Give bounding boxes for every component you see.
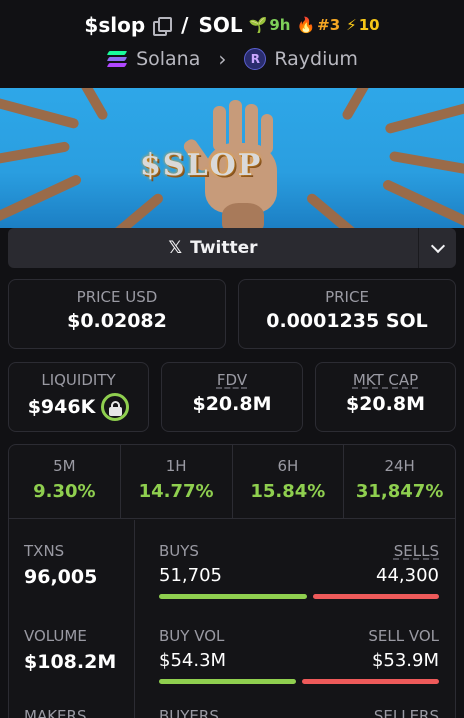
age-badge: 🌱 9h xyxy=(249,16,291,34)
tab-24h[interactable]: 24H 31,847% xyxy=(344,445,455,518)
txns-value: 96,005 xyxy=(24,566,98,588)
buy-volume-label: BUY VOL xyxy=(159,627,225,645)
chevron-right-icon: › xyxy=(218,47,227,71)
txns-metric: TXNS 96,005 xyxy=(24,542,97,588)
market-cap-label[interactable]: MKT CAP xyxy=(353,371,418,389)
price-usd-value: $0.02082 xyxy=(67,310,167,332)
volume-metric: VOLUME $108.2M xyxy=(24,627,116,673)
makers-metric: MAKERS xyxy=(24,707,86,718)
tab-6h[interactable]: 6H 15.84% xyxy=(233,445,345,518)
pair-header: $slop / SOL 🌱 9h 🔥 #3 ⚡ 10 Solana › R Ra… xyxy=(0,0,464,88)
chain-breadcrumb: Solana › R Raydium xyxy=(0,44,464,74)
sprout-icon: 🌱 xyxy=(248,16,268,34)
liquidity-value: $946K xyxy=(27,396,96,418)
timeframe-tabs: 5M 9.30% 1H 14.77% 6H 15.84% 24H 31,847% xyxy=(9,445,455,519)
trading-stats-panel: 5M 9.30% 1H 14.77% 6H 15.84% 24H 31,847%… xyxy=(8,444,456,718)
twitter-label: Twitter xyxy=(190,238,258,258)
buy-volume-value: $54.3M xyxy=(159,650,227,671)
pair-separator: / xyxy=(181,13,189,37)
buys-bar xyxy=(159,594,308,599)
buys-sells-row: BUYS SELLS 51,705 44,300 xyxy=(159,542,439,599)
tab-5m[interactable]: 5M 9.30% xyxy=(9,445,121,518)
x-icon: 𝕏 xyxy=(168,238,183,258)
boosts-value: 10 xyxy=(358,16,380,34)
boosts-badge[interactable]: ⚡ 10 xyxy=(346,16,379,34)
tab-label: 5M xyxy=(53,457,76,475)
fdv-label[interactable]: FDV xyxy=(217,371,247,389)
trending-rank-badge[interactable]: 🔥 #3 xyxy=(296,16,340,34)
sells-bar xyxy=(313,594,439,599)
price-change-value: 9.30% xyxy=(33,481,96,502)
volume-value: $108.2M xyxy=(24,651,117,673)
socials-bar: 𝕏 Twitter xyxy=(8,228,456,268)
dex-name[interactable]: Raydium xyxy=(274,48,358,70)
token-banner-image: $SLOP xyxy=(0,88,464,228)
price-native-card: PRICE 0.0001235 SOL xyxy=(238,279,456,349)
market-cap-card: MKT CAP $20.8M xyxy=(315,362,456,432)
buy-volume-bar xyxy=(159,679,296,684)
volume-ratio-bar xyxy=(159,679,439,684)
sell-volume-label: SELL VOL xyxy=(368,627,439,645)
fire-icon: 🔥 xyxy=(296,16,316,34)
buys-label: BUYS xyxy=(159,542,199,560)
tab-1h[interactable]: 1H 14.77% xyxy=(121,445,233,518)
age-value: 9h xyxy=(269,16,291,34)
chevron-down-icon xyxy=(430,238,445,253)
sell-volume-bar xyxy=(302,679,439,684)
socials-expand-button[interactable] xyxy=(419,228,456,268)
sells-value: 44,300 xyxy=(376,565,439,586)
pair-title-row: $slop / SOL 🌱 9h 🔥 #3 ⚡ 10 xyxy=(0,10,464,40)
buy-sell-column: BUYS SELLS 51,705 44,300 BUY VOL SELL VO… xyxy=(159,520,439,718)
price-change-value: 31,847% xyxy=(355,481,444,502)
price-usd-label: PRICE USD xyxy=(76,288,158,306)
banner-token-text: $SLOP xyxy=(140,148,263,183)
liquidity-label: LIQUIDITY xyxy=(41,371,116,389)
tab-label: 1H xyxy=(165,457,187,475)
sells-label: SELLS xyxy=(393,542,439,560)
buys-sells-ratio-bar xyxy=(159,594,439,599)
fdv-card: FDV $20.8M xyxy=(161,362,303,432)
chain-name[interactable]: Solana xyxy=(136,48,200,70)
tab-label: 6H xyxy=(277,457,299,475)
volume-label: VOLUME xyxy=(24,627,87,645)
liquidity-card: LIQUIDITY $946K xyxy=(8,362,149,432)
price-change-value: 15.84% xyxy=(250,481,326,502)
txns-label: TXNS xyxy=(24,542,65,560)
token-ticker: $slop xyxy=(84,13,146,37)
price-change-value: 14.77% xyxy=(138,481,214,502)
solana-icon xyxy=(106,50,128,68)
sellers-label: SELLERS xyxy=(373,707,439,718)
totals-column: TXNS 96,005 VOLUME $108.2M MAKERS xyxy=(9,520,135,718)
buyvol-sellvol-row: BUY VOL SELL VOL $54.3M $53.9M xyxy=(159,627,439,684)
quote-ticker: SOL xyxy=(198,13,243,37)
buys-value: 51,705 xyxy=(159,565,222,586)
price-usd-card: PRICE USD $0.02082 xyxy=(8,279,226,349)
sell-volume-value: $53.9M xyxy=(371,650,439,671)
twitter-button[interactable]: 𝕏 Twitter xyxy=(8,228,419,268)
fdv-value: $20.8M xyxy=(192,393,272,415)
trending-rank-value: #3 xyxy=(317,16,341,34)
price-native-label: PRICE xyxy=(325,288,369,306)
buyers-sellers-row: BUYERS SELLERS xyxy=(159,707,439,718)
buyers-label: BUYERS xyxy=(159,707,219,718)
makers-label: MAKERS xyxy=(24,707,87,718)
bolt-icon: ⚡ xyxy=(346,16,357,34)
price-native-value: 0.0001235 SOL xyxy=(266,310,428,332)
copy-icon[interactable] xyxy=(153,17,173,36)
lock-icon[interactable] xyxy=(101,393,130,421)
raydium-icon: R xyxy=(244,48,267,70)
market-cap-value: $20.8M xyxy=(345,393,425,415)
tab-label: 24H xyxy=(384,457,415,475)
